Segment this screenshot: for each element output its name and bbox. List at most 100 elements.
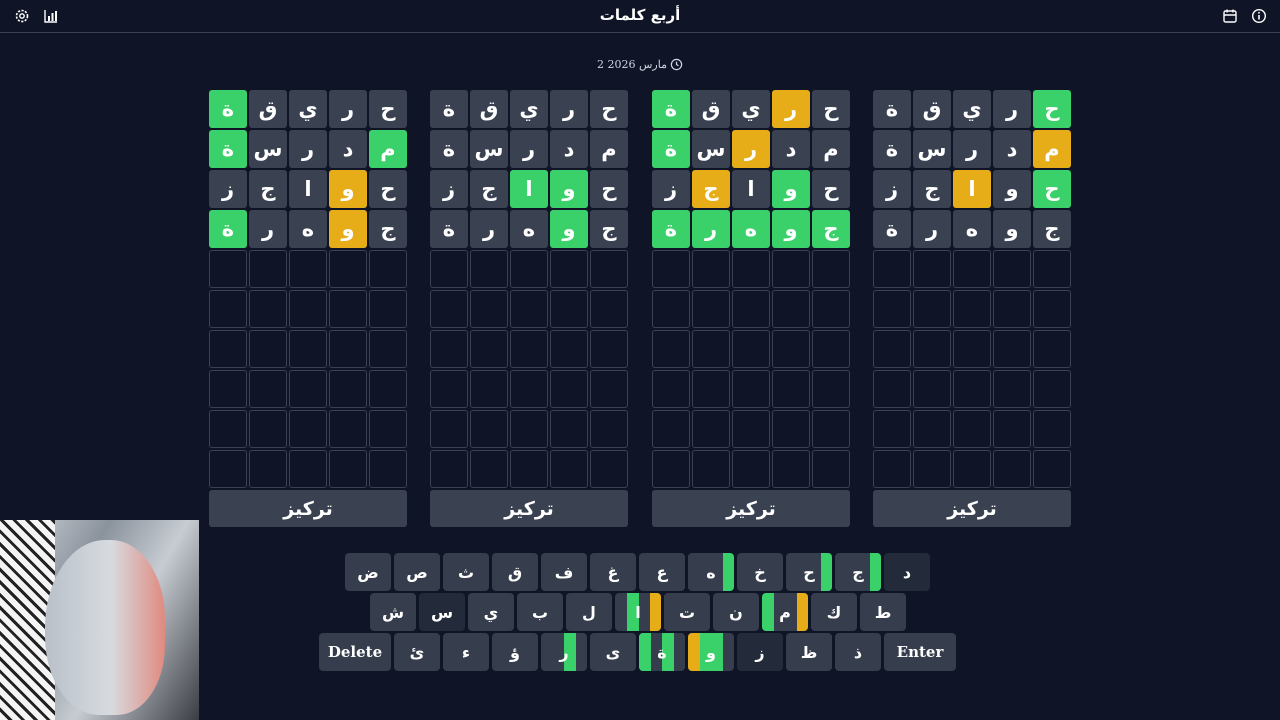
info-icon[interactable]	[1251, 8, 1267, 24]
empty-tile	[772, 410, 810, 448]
focus-button[interactable]: تركيز	[209, 490, 407, 527]
empty-tile	[913, 370, 951, 408]
keyboard-key[interactable]: ه	[688, 553, 734, 591]
keyboard-key[interactable]: ص	[394, 553, 440, 591]
empty-tile	[470, 450, 508, 488]
board-row	[209, 250, 407, 288]
key-label: ظ	[800, 642, 818, 662]
letter-tile: د	[329, 130, 367, 168]
board-status-stripe	[762, 593, 774, 631]
empty-tile	[953, 330, 991, 368]
keyboard-key[interactable]: ع	[639, 553, 685, 591]
letter-tile: ز	[430, 170, 468, 208]
key-label: ج	[852, 562, 864, 582]
keyboard-key[interactable]: ء	[443, 633, 489, 671]
keyboard-key[interactable]: غ	[590, 553, 636, 591]
keyboard-key[interactable]: ف	[541, 553, 587, 591]
keyboard-key[interactable]: خ	[737, 553, 783, 591]
letter-tile: ق	[913, 90, 951, 128]
empty-tile	[590, 330, 628, 368]
delete-key[interactable]: Delete	[319, 633, 391, 671]
board-4: ح ر ي ق ة م د ر س ة ح و ا ج ز ج و ه ر ة تركيز	[873, 90, 1071, 527]
empty-tile	[1033, 330, 1071, 368]
focus-button[interactable]: تركيز	[430, 490, 628, 527]
keyboard-key[interactable]: ن	[713, 593, 759, 631]
key-label: ز	[755, 642, 765, 662]
keyboard-key[interactable]: ض	[345, 553, 391, 591]
keyboard-key[interactable]: ث	[443, 553, 489, 591]
empty-tile	[209, 290, 247, 328]
enter-key[interactable]: Enter	[884, 633, 956, 671]
board-2: ح ر ي ق ة م د ر س ة ح و ا ج ز ج و ه ر ة تركيز	[430, 90, 628, 527]
key-label: ؤ	[510, 642, 520, 662]
keyboard-key[interactable]: و	[688, 633, 734, 671]
keyboard-row-1: ضصثقفغعهخحجد	[0, 553, 1280, 593]
board-row: حريقة	[209, 90, 407, 128]
empty-tile	[692, 250, 730, 288]
empty-tile	[550, 450, 588, 488]
key-label: س	[430, 602, 454, 622]
empty-tile	[732, 290, 770, 328]
keyboard-key[interactable]: ل	[566, 593, 612, 631]
keyboard-key[interactable]: ق	[492, 553, 538, 591]
empty-tile	[772, 250, 810, 288]
keyboard-key[interactable]: ا	[615, 593, 661, 631]
chart-icon[interactable]	[43, 8, 59, 24]
empty-tile	[329, 410, 367, 448]
key-label: ن	[729, 602, 743, 622]
date-text: 2 مارس 2026	[597, 58, 667, 71]
keyboard-key[interactable]: ر	[541, 633, 587, 671]
keyboard-key[interactable]: ئ	[394, 633, 440, 671]
letter-tile: ة	[873, 210, 911, 248]
board-row: حواجز	[873, 170, 1071, 208]
empty-tile	[873, 330, 911, 368]
empty-tile	[993, 330, 1031, 368]
keyboard-key[interactable]: م	[762, 593, 808, 631]
keyboard-key[interactable]: ك	[811, 593, 857, 631]
letter-tile: س	[470, 130, 508, 168]
empty-tile	[430, 250, 468, 288]
letter-tile: م	[812, 130, 850, 168]
empty-tile	[369, 250, 407, 288]
letter-tile: ة	[430, 90, 468, 128]
keyboard-key[interactable]: ذ	[835, 633, 881, 671]
keyboard-key[interactable]: ظ	[786, 633, 832, 671]
gear-icon[interactable]	[14, 8, 30, 24]
key-label: ل	[582, 602, 596, 622]
letter-tile: ه	[289, 210, 327, 248]
letter-tile: س	[913, 130, 951, 168]
empty-tile	[289, 330, 327, 368]
keyboard-key[interactable]: ي	[468, 593, 514, 631]
keyboard-key[interactable]: ش	[370, 593, 416, 631]
letter-tile: و	[993, 170, 1031, 208]
empty-tile	[209, 330, 247, 368]
keyboard-key[interactable]: ة	[639, 633, 685, 671]
empty-tile	[550, 290, 588, 328]
keyboard-key[interactable]: ج	[835, 553, 881, 591]
letter-tile: ح	[1033, 170, 1071, 208]
keyboard-key[interactable]: ى	[590, 633, 636, 671]
focus-button[interactable]: تركيز	[873, 490, 1071, 527]
keyboard-key[interactable]: د	[884, 553, 930, 591]
board-row	[652, 250, 850, 288]
empty-tile	[289, 290, 327, 328]
keyboard-key[interactable]: ب	[517, 593, 563, 631]
key-label: ع	[656, 562, 668, 582]
empty-tile	[590, 290, 628, 328]
empty-tile	[873, 410, 911, 448]
focus-button[interactable]: تركيز	[652, 490, 850, 527]
empty-tile	[249, 450, 287, 488]
key-label: ت	[678, 602, 696, 622]
letter-tile: ق	[692, 90, 730, 128]
board-status-stripe	[723, 553, 734, 591]
keyboard-key[interactable]: ط	[860, 593, 906, 631]
keyboard-key[interactable]: ؤ	[492, 633, 538, 671]
keyboard-key[interactable]: ز	[737, 633, 783, 671]
keyboard-key[interactable]: ح	[786, 553, 832, 591]
calendar-icon[interactable]	[1222, 8, 1238, 24]
keyboard-key[interactable]: س	[419, 593, 465, 631]
board-status-stripe	[797, 593, 808, 631]
board-row	[430, 250, 628, 288]
keyboard-key[interactable]: ت	[664, 593, 710, 631]
empty-tile	[812, 250, 850, 288]
